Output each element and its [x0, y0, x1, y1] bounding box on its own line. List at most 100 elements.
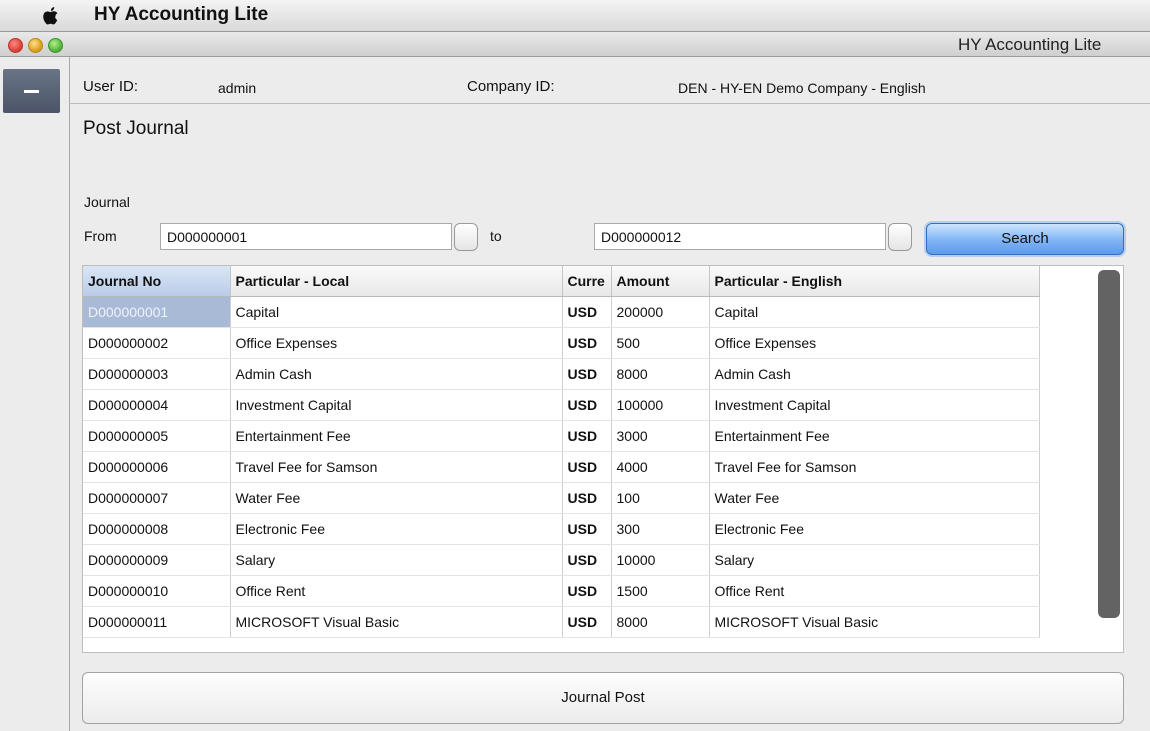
to-label: to — [490, 228, 502, 244]
menu-bar: HY Accounting Lite — [0, 0, 1150, 32]
amount-cell[interactable]: 300 — [611, 513, 710, 545]
collapse-panel-button[interactable] — [3, 69, 60, 113]
column-header-particular-local[interactable]: Particular - Local — [230, 266, 563, 297]
particular-english-cell[interactable]: Office Rent — [709, 575, 1040, 607]
amount-cell[interactable]: 100000 — [611, 389, 710, 421]
particular-local-cell[interactable]: Entertainment Fee — [230, 420, 563, 452]
currency-cell[interactable]: USD — [562, 544, 612, 576]
table-row[interactable]: D000000004 Investment Capital USD 100000 Inv… — [83, 389, 1040, 421]
particular-english-cell[interactable]: Salary — [709, 544, 1040, 576]
amount-cell[interactable]: 100 — [611, 482, 710, 514]
currency-cell[interactable]: USD — [562, 575, 612, 607]
close-window-button[interactable] — [8, 38, 23, 53]
journal-no-cell[interactable]: D000000001 — [83, 296, 231, 328]
table-row[interactable]: D000000006 Travel Fee for Samson USD 4000 Tr… — [83, 451, 1040, 483]
zoom-window-button[interactable] — [48, 38, 63, 53]
table-row[interactable]: D000000010 Office Rent USD 1500 Office Rent — [83, 575, 1040, 607]
particular-english-cell[interactable]: Office Expenses — [709, 327, 1040, 359]
particular-local-cell[interactable]: Investment Capital — [230, 389, 563, 421]
currency-cell[interactable]: USD — [562, 513, 612, 545]
company-id-label: Company ID: — [467, 78, 555, 95]
journal-table[interactable]: Journal No Particular - Local Curre Amou… — [82, 265, 1124, 653]
user-info-bar: User ID: admin Company ID: DEN - HY-EN D… — [70, 57, 1150, 104]
table-row[interactable]: D000000001 Capital USD 200000 Capital — [83, 296, 1040, 328]
table-row[interactable]: D000000011 MICROSOFT Visual Basic USD 8000 M… — [83, 606, 1040, 638]
journal-label: Journal — [84, 194, 130, 210]
journal-no-cell[interactable]: D000000002 — [83, 327, 231, 359]
amount-cell[interactable]: 1500 — [611, 575, 710, 607]
particular-local-cell[interactable]: Office Expenses — [230, 327, 563, 359]
column-header-journal-no[interactable]: Journal No — [83, 266, 231, 297]
journal-no-cell[interactable]: D000000007 — [83, 482, 231, 514]
to-journal-input[interactable] — [594, 223, 886, 250]
amount-cell[interactable]: 200000 — [611, 296, 710, 328]
amount-cell[interactable]: 8000 — [611, 606, 710, 638]
particular-local-cell[interactable]: Capital — [230, 296, 563, 328]
amount-cell[interactable]: 10000 — [611, 544, 710, 576]
minus-icon — [24, 90, 39, 93]
particular-local-cell[interactable]: Salary — [230, 544, 563, 576]
minimize-window-button[interactable] — [28, 38, 43, 53]
particular-local-cell[interactable]: Travel Fee for Samson — [230, 451, 563, 483]
window-title-bar[interactable]: HY Accounting Lite — [0, 32, 1150, 57]
table-row[interactable]: D000000003 Admin Cash USD 8000 Admin Cash — [83, 358, 1040, 390]
from-label: From — [84, 228, 117, 244]
journal-no-cell[interactable]: D000000005 — [83, 420, 231, 452]
particular-english-cell[interactable]: Travel Fee for Samson — [709, 451, 1040, 483]
amount-cell[interactable]: 3000 — [611, 420, 710, 452]
user-id-value: admin — [218, 80, 257, 96]
table-row[interactable]: D000000008 Electronic Fee USD 300 Electronic… — [83, 513, 1040, 545]
currency-cell[interactable]: USD — [562, 420, 612, 452]
post-journal-panel: Post Journal Journal From to Search Jour… — [70, 104, 1150, 731]
currency-cell[interactable]: USD — [562, 296, 612, 328]
amount-cell[interactable]: 500 — [611, 327, 710, 359]
particular-english-cell[interactable]: Capital — [709, 296, 1040, 328]
particular-local-cell[interactable]: MICROSOFT Visual Basic — [230, 606, 563, 638]
search-button[interactable]: Search — [926, 223, 1124, 255]
particular-local-cell[interactable]: Electronic Fee — [230, 513, 563, 545]
table-row[interactable]: D000000005 Entertainment Fee USD 3000 Entert… — [83, 420, 1040, 452]
currency-cell[interactable]: USD — [562, 482, 612, 514]
particular-english-cell[interactable]: Investment Capital — [709, 389, 1040, 421]
window-title: HY Accounting Lite — [958, 35, 1102, 54]
page-title: Post Journal — [83, 118, 189, 139]
journal-no-cell[interactable]: D000000004 — [83, 389, 231, 421]
app-menu-name[interactable]: HY Accounting Lite — [94, 4, 268, 26]
journal-no-cell[interactable]: D000000010 — [83, 575, 231, 607]
particular-english-cell[interactable]: MICROSOFT Visual Basic — [709, 606, 1040, 638]
journal-post-button[interactable]: Journal Post — [82, 672, 1124, 724]
currency-cell[interactable]: USD — [562, 451, 612, 483]
to-journal-picker-button[interactable] — [888, 223, 912, 251]
column-header-particular-english[interactable]: Particular - English — [709, 266, 1040, 297]
particular-local-cell[interactable]: Office Rent — [230, 575, 563, 607]
currency-cell[interactable]: USD — [562, 389, 612, 421]
currency-cell[interactable]: USD — [562, 606, 612, 638]
table-row[interactable]: D000000007 Water Fee USD 100 Water Fee — [83, 482, 1040, 514]
journal-no-cell[interactable]: D000000006 — [83, 451, 231, 483]
column-header-amount[interactable]: Amount — [611, 266, 710, 297]
company-id-value: DEN - HY-EN Demo Company - English — [678, 80, 926, 96]
user-id-label: User ID: — [83, 78, 139, 95]
amount-cell[interactable]: 8000 — [611, 358, 710, 390]
column-header-currency[interactable]: Curre — [562, 266, 612, 297]
particular-local-cell[interactable]: Water Fee — [230, 482, 563, 514]
particular-english-cell[interactable]: Admin Cash — [709, 358, 1040, 390]
table-header-row: Journal No Particular - Local Curre Amou… — [83, 266, 1040, 297]
journal-no-cell[interactable]: D000000008 — [83, 513, 231, 545]
from-journal-picker-button[interactable] — [454, 223, 478, 251]
particular-english-cell[interactable]: Water Fee — [709, 482, 1040, 514]
particular-english-cell[interactable]: Entertainment Fee — [709, 420, 1040, 452]
apple-logo-icon[interactable] — [38, 7, 64, 25]
amount-cell[interactable]: 4000 — [611, 451, 710, 483]
journal-no-cell[interactable]: D000000011 — [83, 606, 231, 638]
journal-no-cell[interactable]: D000000009 — [83, 544, 231, 576]
currency-cell[interactable]: USD — [562, 358, 612, 390]
table-row[interactable]: D000000002 Office Expenses USD 500 Office Ex… — [83, 327, 1040, 359]
from-journal-input[interactable] — [160, 223, 452, 250]
particular-english-cell[interactable]: Electronic Fee — [709, 513, 1040, 545]
particular-local-cell[interactable]: Admin Cash — [230, 358, 563, 390]
table-row[interactable]: D000000009 Salary USD 10000 Salary — [83, 544, 1040, 576]
journal-no-cell[interactable]: D000000003 — [83, 358, 231, 390]
currency-cell[interactable]: USD — [562, 327, 612, 359]
table-scrollbar[interactable] — [1098, 270, 1120, 618]
